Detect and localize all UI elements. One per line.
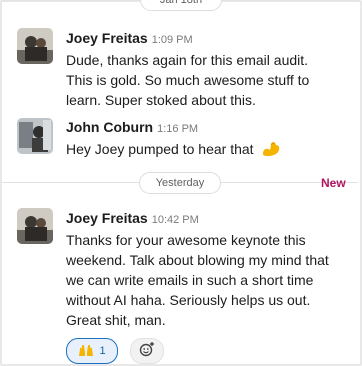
message-author[interactable]: John Coburn 1:16 PM — [66, 119, 198, 135]
message-line: Hey Joey pumped to hear that — [66, 139, 281, 162]
date-divider-yesterday[interactable]: Yesterday — [139, 172, 221, 194]
author-name[interactable]: Joey Freitas — [66, 210, 148, 226]
message-line: we can write emails in such a short time — [66, 272, 314, 288]
message-author[interactable]: Joey Freitas 10:42 PM — [66, 210, 199, 226]
message-line: Great shit, man. — [66, 312, 166, 328]
author-name[interactable]: Joey Freitas — [66, 30, 148, 46]
message-text: Thanks for your awesome keynote this wee… — [66, 230, 329, 330]
avatar-joey-freitas[interactable] — [17, 28, 53, 64]
message-timestamp[interactable]: 1:16 PM — [157, 123, 198, 135]
message-author[interactable]: Joey Freitas 1:09 PM — [66, 30, 193, 46]
message-line: learn. Super stoked about this. — [66, 92, 256, 108]
message-line: Dude, thanks again for this email audit. — [66, 52, 309, 68]
message-timestamp[interactable]: 10:42 PM — [152, 214, 199, 226]
message-text: Hey Joey pumped to hear that — [66, 139, 281, 162]
avatar-john-coburn[interactable] — [17, 118, 53, 154]
message-line-text: Hey Joey pumped to hear that — [66, 141, 254, 157]
raised-hands-emoji — [78, 342, 94, 366]
reaction-count: 1 — [99, 345, 106, 357]
message-timestamp[interactable]: 1:09 PM — [152, 34, 193, 46]
message-line: weekend. Talk about blowing my mind that — [66, 252, 329, 268]
message-line: without AI haha. Seriously helps us out. — [66, 292, 311, 308]
message-text: Dude, thanks again for this email audit.… — [66, 50, 309, 110]
add-reaction-icon — [139, 341, 155, 366]
add-reaction-button[interactable] — [130, 338, 164, 364]
message-line: This is gold. So much awesome stuff to — [66, 72, 310, 88]
new-messages-label: New — [321, 176, 346, 190]
reaction-raised-hands[interactable]: 1 — [66, 338, 118, 364]
avatar-joey-freitas[interactable] — [17, 208, 53, 244]
flexed-biceps-emoji — [261, 139, 281, 162]
message-line: Thanks for your awesome keynote this — [66, 232, 306, 248]
date-divider-jan-18[interactable]: Jan 18th — [140, 0, 222, 11]
author-name[interactable]: John Coburn — [66, 119, 153, 135]
